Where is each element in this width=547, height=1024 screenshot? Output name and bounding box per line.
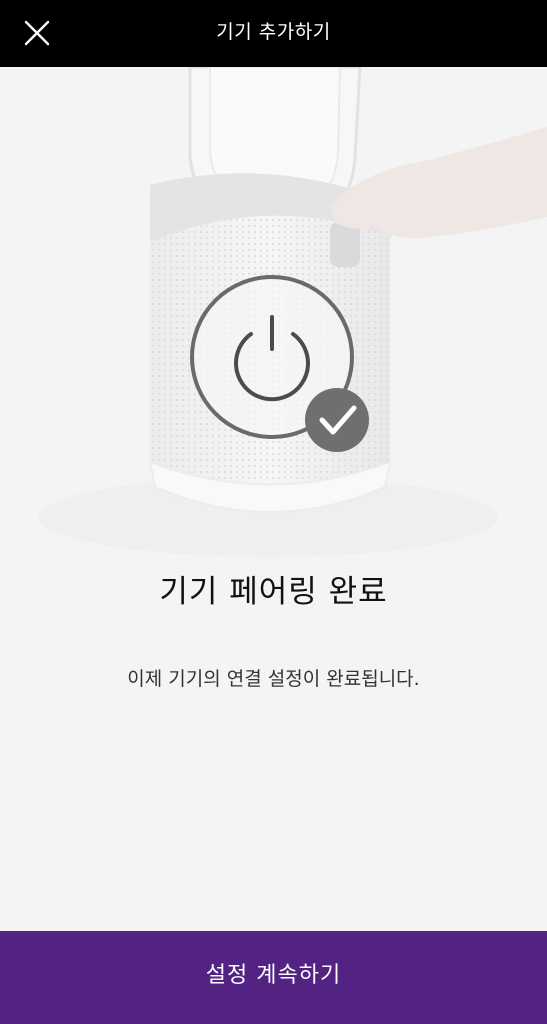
top-bar: 기기 추가하기 <box>0 0 547 67</box>
continue-setup-button[interactable]: 설정 계속하기 <box>0 931 547 1024</box>
pairing-complete-subtitle: 이제 기기의 연결 설정이 완료됩니다. <box>127 668 420 690</box>
pairing-complete-title: 기기 페어링 완료 <box>159 574 388 610</box>
checkmark-icon <box>305 388 369 452</box>
page-title: 기기 추가하기 <box>216 21 331 43</box>
device-illustration <box>0 67 547 587</box>
purifier-image <box>38 67 547 557</box>
